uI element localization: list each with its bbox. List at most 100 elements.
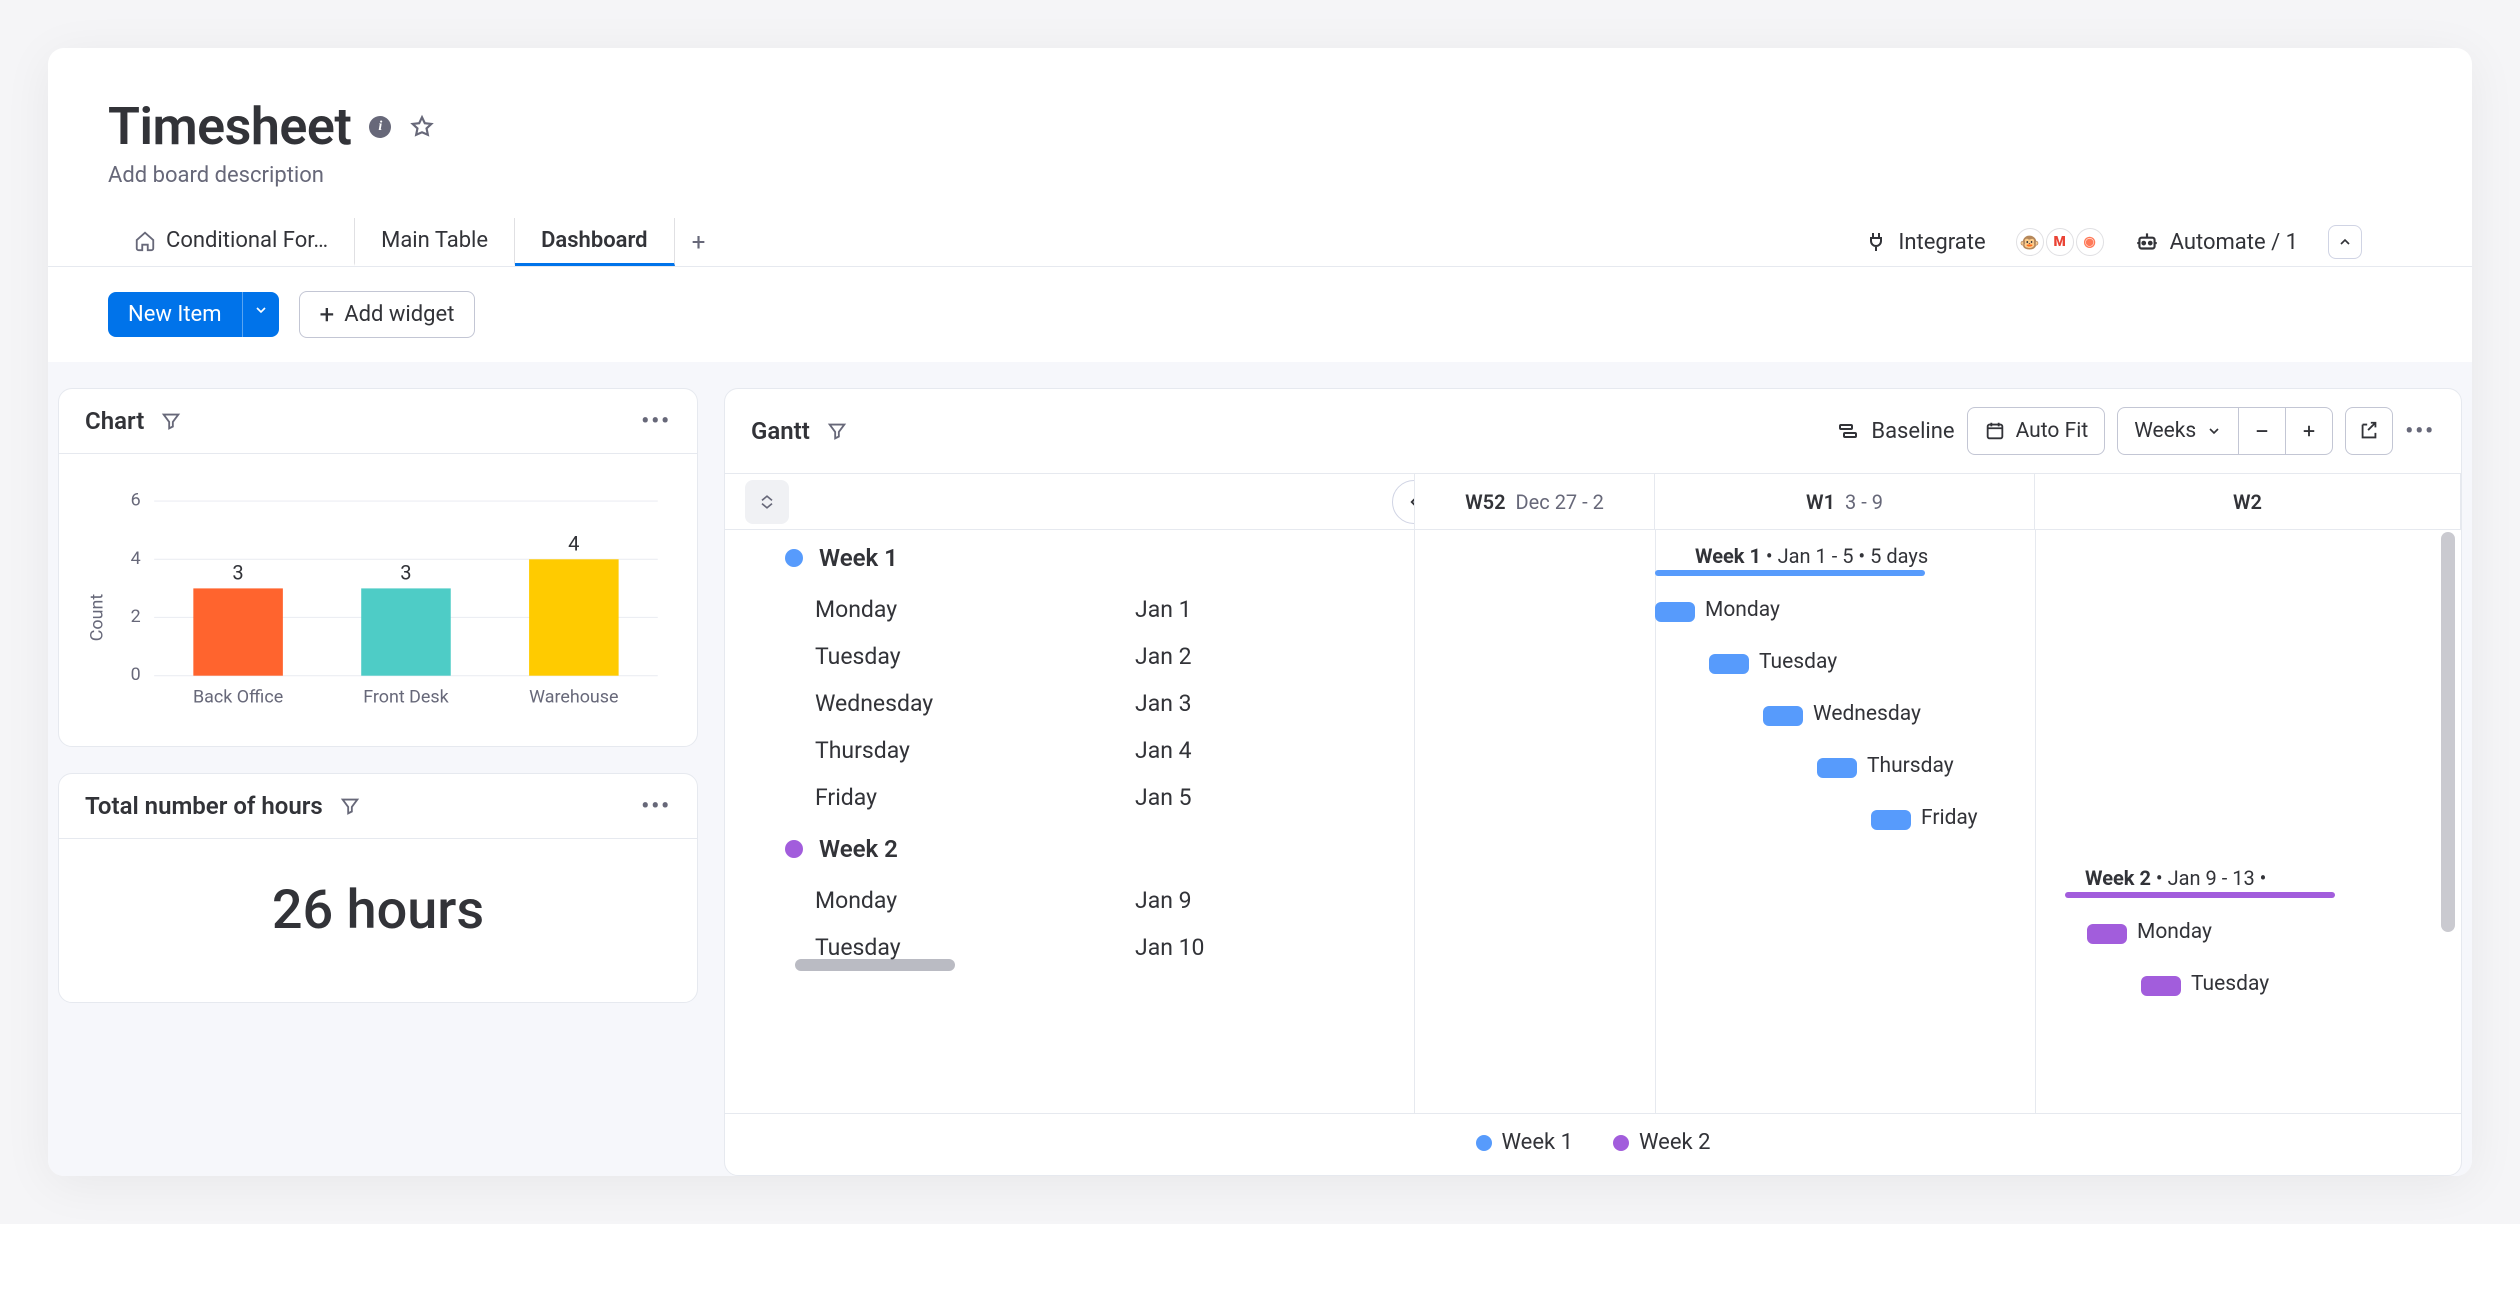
vertical-scroll-indicator[interactable] — [2441, 532, 2455, 932]
gantt-bar[interactable] — [1817, 758, 1857, 778]
task-date: Jan 1 — [1135, 596, 1192, 623]
total-hours-title[interactable]: Total number of hours — [85, 792, 323, 820]
tab-conditional-formatting[interactable]: Conditional For… — [108, 218, 355, 266]
svg-text:Count: Count — [87, 594, 108, 642]
filter-icon[interactable] — [826, 420, 848, 442]
gantt-group-week2[interactable]: Week 2 — [725, 821, 1414, 877]
tab-label: Main Table — [381, 228, 488, 253]
scale-select[interactable]: Weeks — [2118, 408, 2239, 454]
chart-widget: Chart ••• Count — [58, 388, 698, 747]
svg-text:3: 3 — [400, 560, 411, 584]
baseline-icon — [1837, 419, 1861, 443]
integration-apps[interactable]: 🐵 M ◉ — [2016, 228, 2104, 256]
autofit-label: Auto Fit — [2016, 419, 2089, 443]
gantt-title[interactable]: Gantt — [751, 417, 810, 445]
filter-icon[interactable] — [160, 410, 182, 432]
svg-text:4: 4 — [131, 548, 141, 569]
gantt-task-row[interactable]: MondayJan 9 — [725, 877, 1414, 924]
legend-item[interactable]: Week 1 — [1476, 1130, 1574, 1155]
timeline-week-cell: W52Dec 27 - 2 — [1415, 474, 1655, 529]
task-date: Jan 5 — [1135, 784, 1192, 811]
svg-text:Back Office: Back Office — [193, 687, 283, 708]
task-date: Jan 10 — [1135, 934, 1204, 961]
hubspot-icon: ◉ — [2076, 228, 2104, 256]
task-name: Thursday — [815, 737, 1115, 764]
integrate-button[interactable]: Integrate — [1864, 230, 1985, 255]
add-view-button[interactable]: + — [681, 224, 717, 260]
total-hours-widget: Total number of hours ••• 26 hours — [58, 773, 698, 1003]
automate-label: Automate / 1 — [2170, 230, 2298, 255]
add-widget-label: Add widget — [344, 302, 454, 327]
gantt-legend: Week 1 Week 2 — [725, 1113, 2461, 1175]
plug-icon — [1864, 230, 1888, 254]
gantt-task-row[interactable]: Monday Jan 1 — [725, 586, 1414, 633]
task-name: Wednesday — [815, 690, 1115, 717]
widget-more-icon[interactable]: ••• — [641, 409, 671, 434]
bar-back-office — [193, 588, 283, 675]
gantt-bar-label: Friday — [1921, 806, 1978, 830]
gantt-bar-label: Tuesday — [1759, 650, 1837, 674]
home-icon — [134, 230, 156, 252]
mailchimp-icon: 🐵 — [2016, 228, 2044, 256]
gantt-bar[interactable] — [2087, 924, 2127, 944]
task-name: Monday — [815, 596, 1115, 623]
svg-text:Front Desk: Front Desk — [363, 687, 449, 708]
task-name: Tuesday — [815, 643, 1115, 670]
plus-icon — [2300, 422, 2318, 440]
bar-front-desk — [361, 588, 451, 675]
task-date: Jan 4 — [1135, 737, 1192, 764]
filter-icon[interactable] — [339, 795, 361, 817]
tab-label: Dashboard — [541, 228, 647, 253]
info-icon[interactable]: i — [369, 116, 391, 138]
chevron-down-icon — [253, 302, 269, 318]
group-summary: Week 2 • Jan 9 - 13 • — [2085, 866, 2266, 890]
task-date: Jan 9 — [1135, 887, 1192, 914]
automate-button[interactable]: Automate / 1 — [2134, 229, 2298, 255]
svg-text:Warehouse: Warehouse — [529, 687, 618, 708]
gantt-bar-label: Tuesday — [2191, 972, 2269, 996]
zoom-in-button[interactable] — [2286, 408, 2332, 454]
svg-text:4: 4 — [568, 531, 579, 555]
svg-text:2: 2 — [131, 606, 141, 627]
gantt-task-row[interactable]: WednesdayJan 3 — [725, 680, 1414, 727]
new-item-button[interactable]: New Item — [108, 292, 242, 337]
timeline-week-cell: W2 — [2035, 474, 2461, 529]
zoom-out-button[interactable] — [2239, 408, 2286, 454]
legend-item[interactable]: Week 2 — [1613, 1130, 1711, 1155]
collapse-all-button[interactable] — [745, 480, 789, 524]
gantt-bar[interactable] — [1709, 654, 1749, 674]
gantt-bar[interactable] — [1763, 706, 1803, 726]
autofit-button[interactable]: Auto Fit — [1968, 408, 2105, 454]
bar-chart: Count 6 4 2 0 — [87, 472, 669, 718]
group-bar[interactable] — [2065, 892, 2335, 898]
collapse-icon — [757, 492, 777, 512]
chart-title[interactable]: Chart — [85, 407, 144, 435]
favorite-star-icon[interactable] — [409, 114, 435, 140]
gantt-bar[interactable] — [1655, 602, 1695, 622]
gantt-task-row[interactable]: Thursday Jan 4 — [725, 727, 1414, 774]
widget-more-icon[interactable]: ••• — [641, 794, 671, 819]
collapse-header-button[interactable] — [2328, 225, 2362, 259]
new-item-dropdown[interactable] — [242, 292, 279, 337]
robot-icon — [2134, 229, 2160, 255]
tab-main-table[interactable]: Main Table — [355, 218, 515, 266]
group-color-dot — [785, 840, 803, 858]
gantt-group-week1[interactable]: Week 1 — [725, 530, 1414, 586]
minus-icon — [2253, 422, 2271, 440]
total-hours-value: 26 hours — [59, 839, 697, 1002]
board-title[interactable]: Timesheet — [108, 96, 351, 157]
gantt-task-row[interactable]: TuesdayJan 2 — [725, 633, 1414, 680]
gmail-icon: M — [2046, 228, 2074, 256]
horizontal-scroll-indicator[interactable] — [795, 959, 955, 971]
tab-dashboard[interactable]: Dashboard — [515, 218, 674, 266]
export-button[interactable] — [2345, 407, 2393, 455]
group-bar[interactable] — [1655, 570, 1925, 576]
gantt-bar[interactable] — [2141, 976, 2181, 996]
widget-more-icon[interactable]: ••• — [2405, 419, 2435, 444]
task-name: Tuesday — [815, 934, 1115, 961]
board-description[interactable]: Add board description — [108, 163, 2412, 188]
baseline-button[interactable]: Baseline — [1837, 419, 1954, 444]
gantt-bar[interactable] — [1871, 810, 1911, 830]
gantt-task-row[interactable]: FridayJan 5 — [725, 774, 1414, 821]
add-widget-button[interactable]: + Add widget — [299, 291, 476, 338]
